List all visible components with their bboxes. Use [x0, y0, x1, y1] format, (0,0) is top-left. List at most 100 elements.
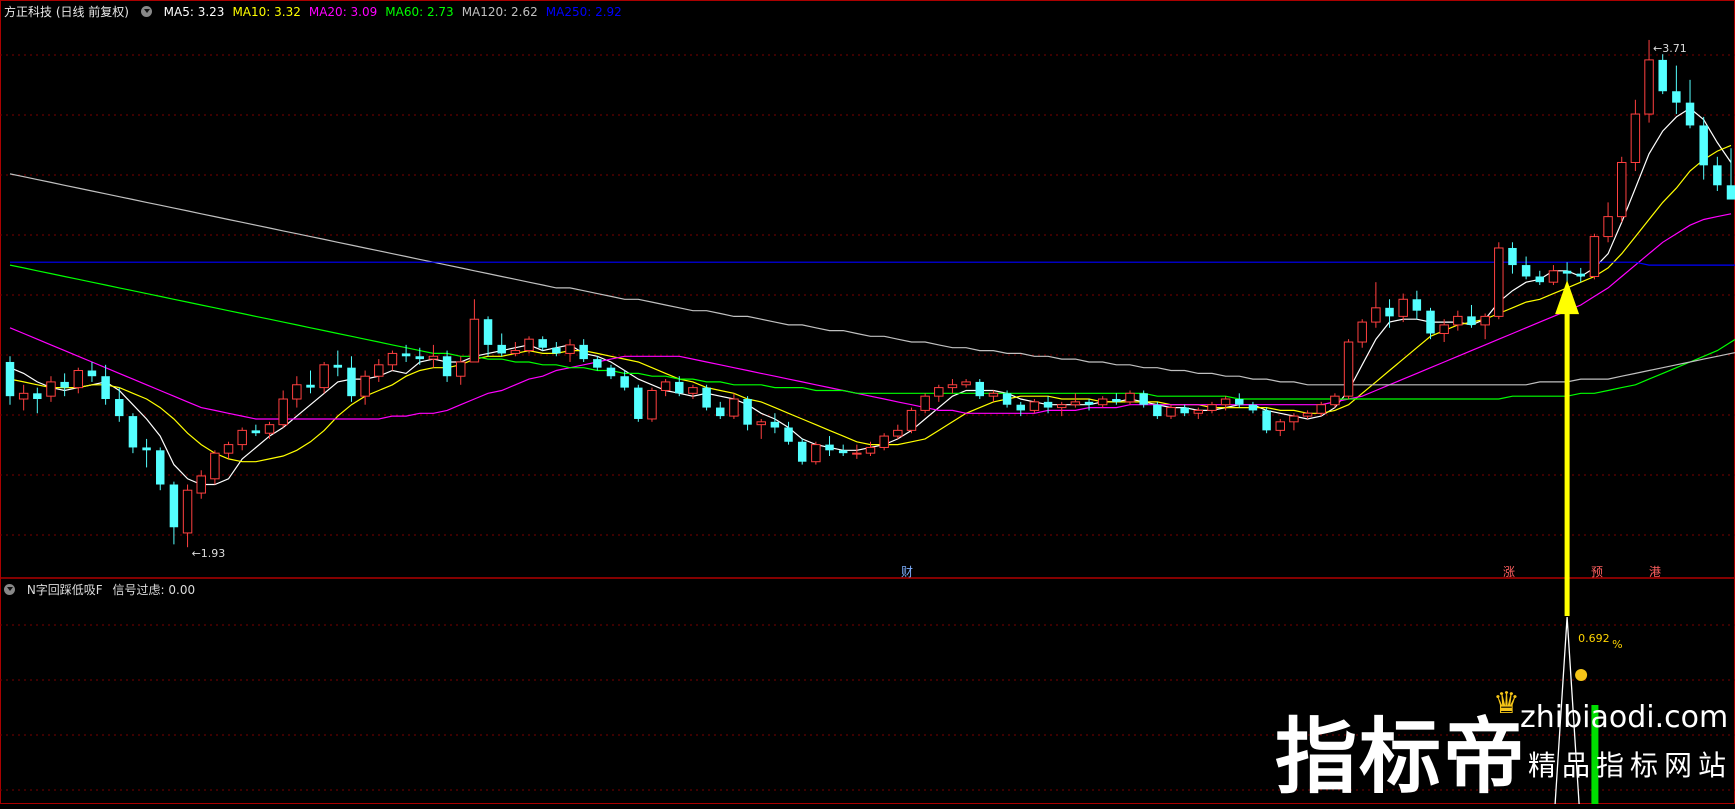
- candle-body: [1193, 409, 1204, 414]
- candle-body: [1235, 399, 1244, 405]
- candle-body: [278, 398, 288, 426]
- candle-body: [196, 475, 206, 494]
- candle-body: [73, 370, 84, 389]
- candle-body: [5, 361, 15, 397]
- candle-body: [838, 450, 848, 454]
- candle-body: [128, 416, 138, 448]
- candle-body: [456, 361, 466, 377]
- indicator-name[interactable]: N字回踩低吸F: [27, 583, 103, 597]
- ma-label-3: MA60: 2.73: [385, 5, 454, 19]
- candle-body: [156, 450, 165, 485]
- candle-body: [510, 350, 521, 354]
- candle-body: [1426, 310, 1435, 334]
- candle-body: [1357, 321, 1367, 343]
- stock-title[interactable]: 方正科技 (日线 前复权): [4, 5, 129, 19]
- candle-body: [988, 392, 999, 397]
- main-chart-header: 方正科技 (日线 前复权) MA5: 3.23 MA10: 3.32 MA20: 3…: [4, 3, 638, 20]
- candle-body: [934, 387, 944, 397]
- candle-body: [797, 441, 807, 462]
- candle-body: [1371, 307, 1381, 323]
- candle-body: [1385, 307, 1394, 317]
- candle-body: [33, 393, 42, 400]
- candle-body: [483, 319, 493, 345]
- candle-body: [1097, 398, 1108, 406]
- candle-body: [87, 370, 97, 377]
- candle-body: [1412, 299, 1422, 311]
- candle-body: [101, 376, 110, 400]
- candle-body: [387, 352, 398, 366]
- candle-body: [593, 359, 602, 368]
- candle-body: [1056, 404, 1067, 409]
- candle-body: [1316, 404, 1326, 414]
- ma-label-4: MA120: 2.62: [461, 5, 538, 19]
- candle-body: [620, 376, 629, 388]
- candle-body: [223, 444, 234, 454]
- candle-body: [1467, 316, 1476, 325]
- candle-body: [579, 344, 588, 360]
- ma-line-ma10: [9, 144, 1732, 463]
- candle-body: [1153, 404, 1162, 417]
- candle-body: [893, 429, 903, 437]
- candle-body: [524, 338, 534, 352]
- event-marker-2[interactable]: 预: [1591, 563, 1603, 580]
- candle-body: [906, 409, 917, 431]
- signal-value: 0.692: [1578, 632, 1610, 645]
- candle-body: [743, 399, 752, 425]
- candle-body: [1207, 404, 1217, 411]
- candle-body: [18, 392, 29, 400]
- candle-body: [852, 452, 862, 455]
- candle-body: [1616, 161, 1627, 218]
- candle-body: [210, 452, 220, 480]
- candle-body: [947, 384, 958, 389]
- candle-body: [1562, 270, 1572, 274]
- candle-body: [729, 398, 739, 417]
- candle-body: [784, 427, 793, 442]
- ma-line-ma120: [9, 173, 1735, 386]
- candle-body: [115, 399, 124, 417]
- watermark-brand: 指标帝: [1275, 710, 1528, 805]
- signal-unit: %: [1612, 638, 1622, 651]
- candle-body: [1070, 401, 1081, 406]
- stock-chart[interactable]: ←3.71 ←1.93 0.692%: [0, 0, 1735, 804]
- candle-body: [1398, 298, 1408, 317]
- candle-body: [442, 356, 452, 377]
- signal-arrow-head: [1555, 280, 1580, 315]
- candle-body: [1494, 247, 1504, 317]
- candle-body: [374, 364, 384, 377]
- candle-body: [1535, 276, 1545, 283]
- indicator-toggle-icon[interactable]: [4, 584, 15, 595]
- candle-body: [401, 353, 411, 357]
- candle-body: [142, 447, 151, 451]
- candle-body: [1343, 341, 1354, 397]
- settings-toggle-icon[interactable]: [140, 6, 152, 17]
- candle-body: [975, 381, 985, 397]
- candle-body: [1576, 273, 1585, 277]
- signal-face-icon: [1575, 669, 1588, 681]
- candle-body: [60, 381, 69, 388]
- candle-body: [1125, 392, 1135, 403]
- high-price-label: ←3.71: [1653, 42, 1687, 55]
- candle-body: [675, 381, 684, 394]
- candle-body: [428, 355, 439, 360]
- candle-body: [647, 389, 657, 420]
- main-frame: [0, 0, 1735, 579]
- candle-body: [319, 364, 329, 389]
- candle-body: [716, 407, 725, 417]
- candle-body: [1480, 315, 1490, 326]
- candle-body: [1029, 401, 1040, 411]
- event-marker-3[interactable]: 港: [1649, 563, 1661, 580]
- candle-body: [811, 444, 821, 463]
- event-marker-0[interactable]: 财: [901, 563, 913, 580]
- candle-body: [920, 395, 930, 411]
- candle-body: [1548, 270, 1559, 283]
- indicator-header: N字回踩低吸F 信号过虑: 0.00: [4, 581, 203, 598]
- candle-body: [1726, 185, 1735, 200]
- candle-body: [825, 444, 834, 451]
- candle-body: [1139, 393, 1148, 405]
- candle-body: [1289, 415, 1299, 423]
- watermark-slogan: 精品指标网站: [1528, 749, 1733, 782]
- event-marker-1[interactable]: 涨: [1503, 563, 1515, 580]
- candle-body: [1508, 247, 1517, 266]
- candle-body: [688, 387, 698, 394]
- candle-body: [1630, 113, 1641, 163]
